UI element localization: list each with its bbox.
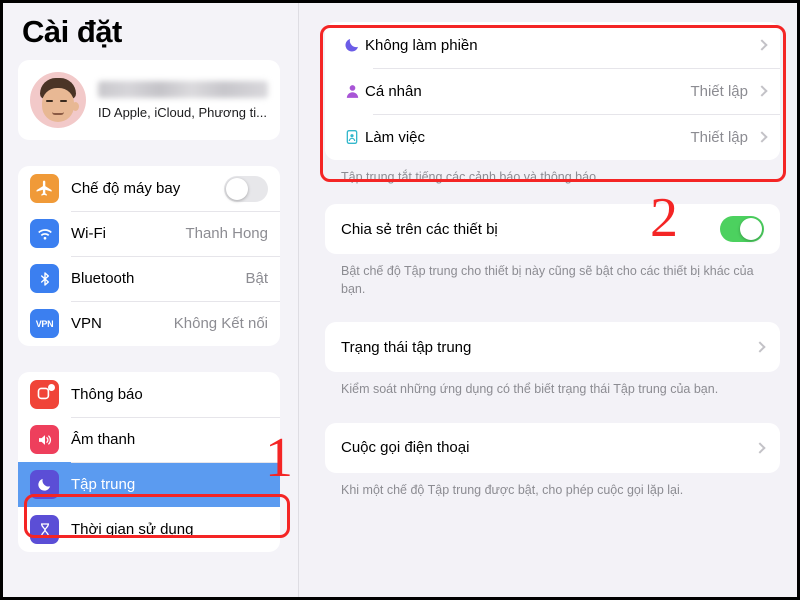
focus-modes-card: Không làm phiền Cá nhân Thiết lập Làm vi…: [325, 22, 780, 160]
focus-mode-do-not-disturb[interactable]: Không làm phiền: [325, 22, 780, 68]
vpn-icon: VPN: [30, 309, 59, 338]
sidebar-group-connectivity: Chế độ máy bay Wi-Fi Thanh Hong Bluetoot…: [18, 166, 280, 346]
airplane-icon: [30, 174, 59, 203]
phone-calls-footnote: Khi một chế độ Tập trung được bật, cho p…: [341, 482, 684, 497]
person-icon: [339, 83, 365, 100]
focus-mode-value: Thiết lập: [690, 128, 748, 146]
detail-gap-2: [325, 298, 780, 322]
avatar: [30, 72, 86, 128]
moon-icon: [339, 36, 365, 54]
sidebar-item-focus[interactable]: Tập trung: [18, 462, 280, 507]
share-across-devices-row[interactable]: Chia sẻ trên các thiết bị: [325, 204, 780, 255]
apple-id-subtitle: ID Apple, iCloud, Phương ti...: [98, 104, 267, 120]
phone-calls-card: Cuộc gọi điện thoại: [325, 422, 780, 473]
focus-mode-value: Thiết lập: [690, 82, 748, 100]
settings-sidebar: Cài đặt ID Apple, iCloud, Phương ti... C…: [0, 0, 299, 600]
sidebar-item-label: Tập trung: [71, 476, 136, 493]
chevron-right-icon: [754, 341, 766, 354]
sidebar-item-label: Chế độ máy bay: [71, 180, 181, 197]
chevron-right-icon: [754, 441, 766, 454]
notifications-icon: [30, 380, 59, 409]
settings-app-window: Cài đặt ID Apple, iCloud, Phương ti... C…: [0, 0, 800, 600]
moon-icon: [30, 470, 59, 499]
memoji-ear-icon: [72, 102, 79, 111]
sidebar-group-system: Thông báo Âm thanh Tập trung Thời gian s…: [18, 372, 280, 552]
focus-status-footnote: Kiểm soát những ứng dụng có thể biết trạ…: [341, 382, 719, 397]
share-across-devices-toggle[interactable]: [720, 216, 764, 243]
phone-calls-row[interactable]: Cuộc gọi điện thoại: [325, 422, 780, 473]
sidebar-item-label: Thời gian sử dụng: [71, 521, 194, 538]
share-across-devices-card: Chia sẻ trên các thiết bị: [325, 204, 780, 255]
focus-mode-label: Làm việc: [365, 128, 426, 146]
detail-gap-1: [325, 186, 780, 204]
sidebar-gap-2: [18, 346, 280, 372]
sidebar-item-label: Wi-Fi: [71, 225, 106, 242]
memoji-eye-left-icon: [46, 100, 53, 102]
focus-mode-work[interactable]: Làm việc Thiết lập: [325, 114, 780, 160]
toggle-knob: [740, 218, 762, 241]
focus-modes-footnote: Tập trung tắt tiếng các cảnh báo và thôn…: [341, 170, 600, 184]
vpn-state-value: Không Kết nối: [173, 315, 268, 332]
sidebar-item-vpn[interactable]: VPN VPN Không Kết nối: [18, 301, 280, 346]
focus-status-row[interactable]: Trạng thái tập trung: [325, 322, 780, 373]
airplane-mode-toggle[interactable]: [224, 175, 268, 202]
bluetooth-icon: [30, 264, 59, 293]
sidebar-item-bluetooth[interactable]: Bluetooth Bật: [18, 256, 280, 301]
apple-id-name-blurred: [98, 80, 268, 98]
sidebar-item-screen-time[interactable]: Thời gian sử dụng: [18, 507, 280, 552]
sidebar-item-label: VPN: [71, 315, 102, 332]
sidebar-item-label: Bluetooth: [71, 270, 135, 287]
toggle-knob: [226, 177, 248, 200]
focus-mode-personal[interactable]: Cá nhân Thiết lập: [325, 68, 780, 114]
focus-detail-panel: Không làm phiền Cá nhân Thiết lập Làm vi…: [299, 0, 800, 600]
apple-id-row[interactable]: ID Apple, iCloud, Phương ti...: [18, 60, 280, 140]
focus-status-card: Trạng thái tập trung: [325, 322, 780, 373]
sidebar-item-wifi[interactable]: Wi-Fi Thanh Hong: [18, 211, 280, 256]
sidebar-gap-1: [18, 140, 280, 166]
chevron-right-icon: [756, 39, 768, 51]
sidebar-item-label: Âm thanh: [71, 431, 136, 448]
sidebar-item-label: Thông báo: [71, 386, 143, 403]
focus-mode-label: Cá nhân: [365, 82, 422, 100]
id-badge-icon: [339, 129, 365, 145]
bluetooth-state-value: Bật: [245, 270, 268, 287]
share-across-devices-label: Chia sẻ trên các thiết bị: [341, 220, 498, 238]
memoji-face-icon: [42, 88, 74, 122]
sidebar-item-notifications[interactable]: Thông báo: [18, 372, 280, 417]
sidebar-item-sounds[interactable]: Âm thanh: [18, 417, 280, 462]
detail-gap-3: [325, 399, 780, 423]
chevron-right-icon: [756, 85, 768, 97]
memoji-eye-right-icon: [60, 100, 67, 102]
sound-icon: [30, 425, 59, 454]
focus-status-label: Trạng thái tập trung: [341, 338, 472, 356]
hourglass-icon: [30, 515, 59, 544]
apple-id-card[interactable]: ID Apple, iCloud, Phương ti...: [18, 60, 280, 140]
apple-id-texts: ID Apple, iCloud, Phương ti...: [98, 80, 268, 120]
chevron-right-icon: [756, 131, 768, 143]
focus-mode-label: Không làm phiền: [365, 36, 478, 54]
share-across-devices-footnote: Bật chế độ Tập trung cho thiết bị này cũ…: [341, 264, 754, 297]
memoji-mouth-icon: [52, 112, 64, 115]
page-title: Cài đặt: [22, 14, 122, 49]
wifi-network-value: Thanh Hong: [185, 225, 268, 242]
wifi-icon: [30, 219, 59, 248]
phone-calls-label: Cuộc gọi điện thoại: [341, 439, 470, 456]
sidebar-item-airplane-mode[interactable]: Chế độ máy bay: [18, 166, 280, 211]
